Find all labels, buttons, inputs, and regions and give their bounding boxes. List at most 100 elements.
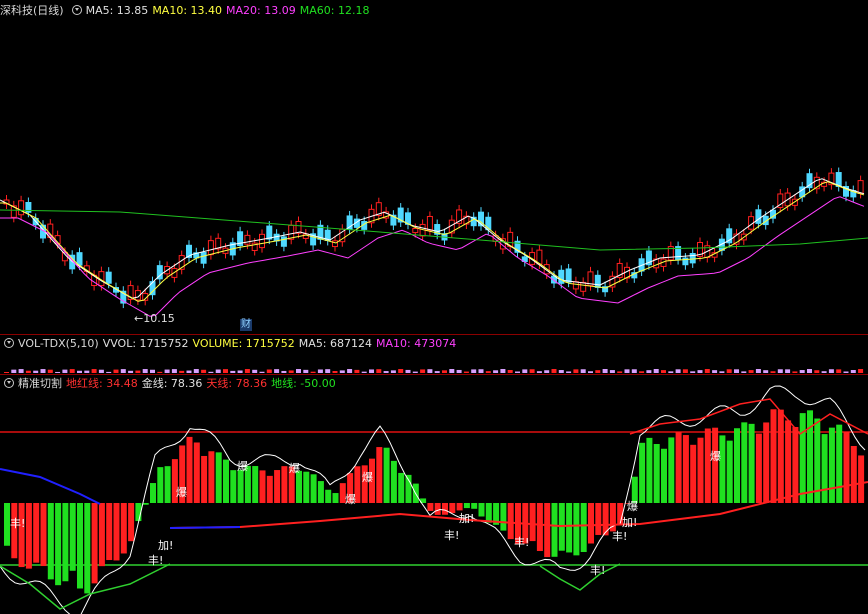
candle-body (76, 252, 83, 266)
signal-bar (763, 422, 770, 503)
volume-bar (478, 369, 484, 373)
volume-bar (456, 369, 462, 373)
signal-bar (675, 432, 682, 503)
signal-bar (332, 493, 339, 503)
signal-bar (274, 470, 281, 503)
volume-bar (77, 370, 82, 373)
price-chart[interactable] (0, 0, 868, 334)
signal-bar (317, 481, 324, 503)
signal-bar (120, 503, 127, 554)
volume-bar (712, 370, 718, 373)
signal-bar (398, 472, 405, 503)
volume-bar (639, 371, 645, 373)
candle-body (412, 228, 419, 234)
signal-chart[interactable]: 丰!爆爆 爆爆爆加!丰!丰!加!丰!加!爆丰!爆丰! (0, 374, 868, 614)
signal-bar (157, 467, 164, 503)
signal-bar (201, 455, 208, 503)
signal-bar (47, 503, 54, 580)
signal-bar (507, 503, 514, 540)
volume-bar (704, 369, 710, 373)
signal-bar (223, 459, 229, 503)
volume-bar (500, 369, 506, 373)
volume-bar (624, 369, 630, 373)
volume-bar (135, 370, 141, 373)
signal-bar (580, 503, 587, 553)
signal-label: 丰! (148, 554, 163, 567)
signal-bar (230, 470, 237, 503)
signal-bar (726, 440, 733, 503)
signal-bar (259, 470, 266, 503)
volume-chart[interactable] (0, 334, 868, 374)
volume-bar (310, 371, 316, 373)
low-price-marker: ←10.15 (134, 312, 175, 325)
signal-bar (500, 503, 507, 531)
volume-bar (25, 370, 31, 373)
candle-body (857, 180, 864, 194)
signal-bar (836, 424, 843, 503)
signal-bar (566, 503, 573, 553)
signal-bar (69, 503, 76, 571)
volume-bar (390, 370, 396, 373)
signal-bar (128, 503, 135, 542)
volume-bar (98, 369, 104, 373)
event-badge[interactable]: 财 (240, 319, 252, 331)
volume-bar (237, 370, 243, 373)
volume-bar (631, 369, 637, 373)
candle-body (572, 281, 579, 290)
signal-bar (164, 466, 171, 503)
volume-bar (325, 369, 331, 373)
signal-label: 加! (158, 539, 173, 552)
volume-bar (536, 371, 542, 373)
signal-bar (777, 409, 784, 503)
signal-label: 爆 (289, 461, 300, 475)
signal-bar (792, 426, 799, 503)
volume-bar (230, 370, 236, 373)
signal-label: 爆 (710, 449, 721, 463)
signal-bar (325, 489, 332, 503)
volume-bar (719, 371, 725, 373)
candle-body (565, 268, 572, 283)
volume-bar (259, 371, 265, 373)
candle-body (295, 221, 302, 234)
candle-body (259, 233, 265, 249)
volume-bar (515, 371, 520, 373)
signal-bar (734, 428, 740, 503)
volume-bar (252, 369, 258, 373)
volume-bar (493, 370, 499, 373)
candle-body (280, 236, 287, 247)
signal-bar (573, 503, 580, 556)
signal-bar (427, 503, 434, 511)
volume-bar (179, 370, 185, 373)
signal-bar (471, 503, 478, 509)
volume-bar (128, 370, 134, 373)
volume-bar (4, 372, 9, 373)
signal-bar (62, 503, 69, 582)
signal-label: 爆 (627, 499, 638, 513)
volume-bar (164, 369, 170, 373)
signal-bar (799, 413, 806, 503)
volume-bar (449, 369, 455, 373)
volume-bar (471, 369, 477, 373)
signal-bar (485, 503, 492, 523)
volume-bar (201, 369, 207, 373)
candle-body (426, 215, 433, 231)
signal-bar (544, 503, 551, 558)
signal-bar (383, 447, 390, 503)
signal-label: 爆 (362, 470, 373, 484)
signal-bar (653, 444, 660, 503)
volume-bar (799, 370, 805, 373)
signal-bar (186, 436, 193, 503)
volume-bar (208, 371, 214, 373)
signal-bar (646, 437, 653, 503)
volume-bar (157, 371, 163, 373)
volume-bar (113, 369, 119, 373)
signal-bar (850, 445, 857, 503)
signal-bar (11, 503, 18, 559)
volume-bar (281, 370, 287, 373)
signal-bar (551, 503, 558, 557)
volume-bar (602, 369, 608, 373)
volume-bar (836, 369, 842, 373)
signal-bar (785, 420, 792, 503)
volume-bar (617, 371, 623, 373)
volume-bar (354, 369, 360, 373)
